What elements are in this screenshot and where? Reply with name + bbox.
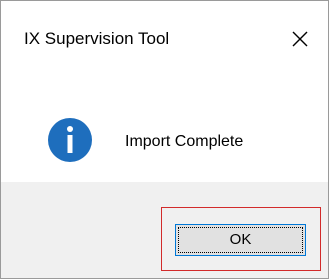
window-title: IX Supervision Tool <box>24 29 170 48</box>
dialog-content <box>1 61 328 182</box>
close-icon[interactable] <box>285 24 315 54</box>
ok-button[interactable]: OK <box>175 224 306 256</box>
info-icon <box>47 117 93 163</box>
message-dialog: IX Supervision Tool Import Complete OK <box>0 0 329 279</box>
title-bar: IX Supervision Tool <box>1 1 328 61</box>
ok-button-label: OK <box>229 231 252 248</box>
button-bar: OK <box>1 182 328 278</box>
message-text: Import Complete <box>125 133 244 150</box>
